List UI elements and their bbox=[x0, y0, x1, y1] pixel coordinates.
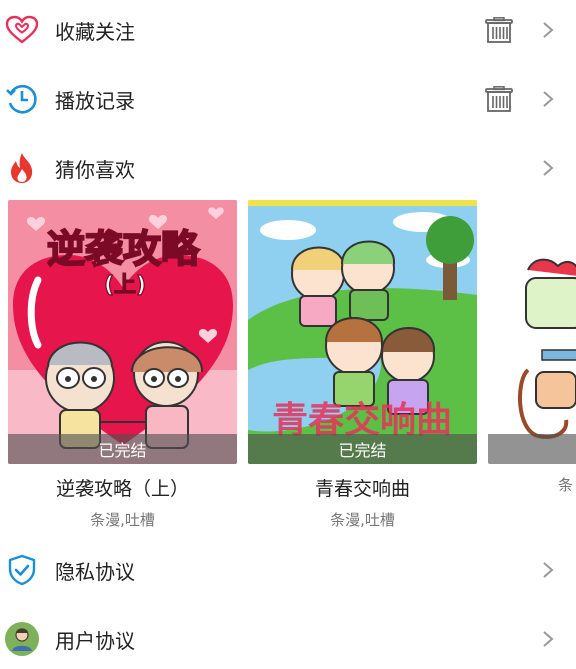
chevron-right-icon[interactable] bbox=[536, 624, 560, 654]
comic-title: 逆袭攻略（上） bbox=[55, 478, 189, 500]
chevron-right-icon[interactable] bbox=[536, 15, 560, 45]
status-badge: 已完结 bbox=[248, 434, 477, 464]
comic-tags: 条 bbox=[558, 476, 574, 494]
chevron-right-icon[interactable] bbox=[536, 153, 560, 183]
comic-card[interactable]: 逆袭攻略 (上) 已完结 逆袭攻略（上） 条漫,吐槽 bbox=[8, 200, 237, 530]
menu-label-user-agreement: 用户协议 bbox=[55, 628, 135, 653]
menu-item-privacy[interactable]: 隐私协议 bbox=[0, 540, 576, 600]
comic-cover[interactable]: 逆袭攻略 (上) 已完结 bbox=[8, 200, 237, 464]
menu-label-favorites: 收藏关注 bbox=[55, 19, 135, 44]
menu-item-history[interactable]: 播放记录 bbox=[0, 69, 576, 129]
comic-tags: 条漫,吐槽 bbox=[90, 511, 155, 529]
comic-tags: 条漫,吐槽 bbox=[330, 511, 395, 529]
status-badge bbox=[488, 434, 576, 464]
comic-card[interactable]: 青春交响曲 已完结 青春交响曲 条漫,吐槽 bbox=[248, 200, 477, 530]
comic-cover[interactable]: 青春交响曲 已完结 bbox=[248, 200, 477, 464]
heart-icon bbox=[4, 12, 40, 48]
recommendation-carousel[interactable]: 逆袭攻略 (上) 已完结 逆袭攻略（上） 条漫,吐槽 青春交响曲 已完结 青春交… bbox=[0, 200, 576, 530]
comic-title: 青春交响曲 bbox=[314, 478, 410, 500]
trash-icon[interactable] bbox=[482, 82, 516, 116]
flame-icon bbox=[4, 150, 40, 186]
trash-icon[interactable] bbox=[482, 13, 516, 47]
menu-label-recommend: 猜你喜欢 bbox=[55, 157, 135, 182]
menu-item-user-agreement[interactable]: 用户协议 bbox=[0, 609, 576, 669]
status-badge: 已完结 bbox=[8, 434, 237, 464]
user-avatar-icon bbox=[4, 621, 40, 657]
menu-item-favorites[interactable]: 收藏关注 bbox=[0, 0, 576, 60]
history-clock-icon bbox=[4, 81, 40, 117]
menu-label-privacy: 隐私协议 bbox=[55, 559, 135, 584]
comic-cover[interactable] bbox=[488, 200, 576, 464]
shield-check-icon bbox=[4, 552, 40, 588]
menu-item-recommend[interactable]: 猜你喜欢 bbox=[0, 138, 576, 198]
menu-label-history: 播放记录 bbox=[55, 88, 135, 113]
comic-card[interactable]: 条 bbox=[488, 200, 576, 495]
cover-title: 逆袭攻略 bbox=[47, 227, 200, 271]
chevron-right-icon[interactable] bbox=[536, 84, 560, 114]
cover-subtitle: (上) bbox=[104, 273, 146, 298]
chevron-right-icon[interactable] bbox=[536, 555, 560, 585]
